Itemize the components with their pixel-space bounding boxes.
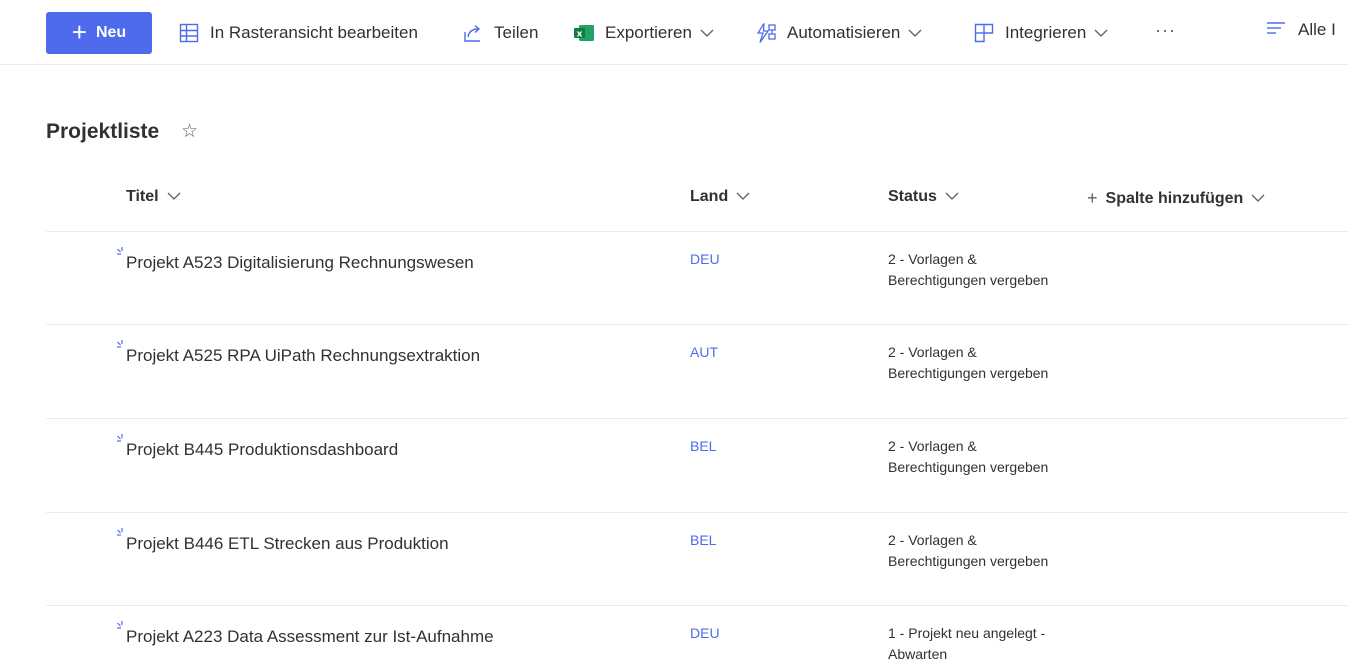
- column-header-title[interactable]: Titel: [126, 188, 181, 206]
- command-bar: + Neu In Rasteransicht bearbeiten Teilen…: [0, 0, 1349, 65]
- row-title[interactable]: Projekt A223 Data Assessment zur Ist-Auf…: [126, 627, 494, 647]
- row-title[interactable]: Projekt B446 ETL Strecken aus Produktion: [126, 534, 449, 554]
- plus-icon: +: [1087, 188, 1098, 208]
- chevron-down-icon: [945, 188, 959, 206]
- table-row[interactable]: Projekt A525 RPA UiPath Rechnungsextrakt…: [46, 324, 1349, 419]
- add-column-label: Spalte hinzufügen: [1105, 189, 1244, 207]
- automate-icon: [755, 22, 777, 44]
- table-row[interactable]: Projekt A223 Data Assessment zur Ist-Auf…: [46, 605, 1349, 671]
- new-button[interactable]: + Neu: [46, 12, 152, 54]
- chevron-down-icon: [736, 188, 750, 206]
- chevron-down-icon: [1251, 190, 1265, 208]
- row-status: 2 - Vorlagen & Berechtigungen vergeben: [888, 344, 1049, 381]
- add-column-button[interactable]: + Spalte hinzufügen: [1087, 188, 1265, 209]
- row-land[interactable]: DEU: [690, 251, 720, 267]
- share-label: Teilen: [494, 23, 539, 42]
- chevron-down-icon: [908, 28, 922, 38]
- row-status: 1 - Projekt neu angelegt - Abwarten: [888, 625, 1046, 662]
- row-title[interactable]: Projekt B445 Produktionsdashboard: [126, 440, 398, 460]
- svg-text:x: x: [577, 29, 583, 39]
- edit-grid-view-button[interactable]: In Rasteransicht bearbeiten: [178, 20, 418, 46]
- page-title: Projektliste: [46, 120, 160, 143]
- row-land[interactable]: AUT: [690, 344, 718, 360]
- chevron-down-icon: [167, 188, 181, 206]
- column-header-label: Titel: [126, 188, 159, 205]
- new-button-label: Neu: [95, 24, 127, 41]
- share-icon: [462, 22, 484, 44]
- view-selector-label: Alle I: [1298, 20, 1336, 39]
- automate-button[interactable]: Automatisieren: [755, 20, 922, 46]
- integrate-label: Integrieren: [1005, 23, 1087, 42]
- view-icon: [1266, 20, 1286, 40]
- row-land[interactable]: BEL: [690, 438, 716, 454]
- more-icon[interactable]: ···: [1155, 20, 1176, 41]
- column-header-label: Land: [690, 188, 729, 205]
- share-button[interactable]: Teilen: [462, 20, 538, 46]
- automate-label: Automatisieren: [787, 23, 901, 42]
- excel-icon: x: [573, 22, 595, 44]
- row-title[interactable]: Projekt A523 Digitalisierung Rechnungswe…: [126, 253, 474, 273]
- star-icon[interactable]: ☆: [181, 120, 198, 143]
- row-land[interactable]: DEU: [690, 625, 720, 641]
- row-status: 2 - Vorlagen & Berechtigungen vergeben: [888, 251, 1049, 288]
- column-header-status[interactable]: Status: [888, 188, 959, 206]
- view-selector[interactable]: Alle I: [1266, 20, 1336, 40]
- row-title[interactable]: Projekt A525 RPA UiPath Rechnungsextrakt…: [126, 346, 480, 366]
- plus-icon: +: [71, 16, 87, 47]
- row-status: 2 - Vorlagen & Berechtigungen vergeben: [888, 438, 1049, 475]
- edit-grid-view-label: In Rasteransicht bearbeiten: [210, 23, 418, 42]
- chevron-down-icon: [1094, 28, 1108, 38]
- column-header-label: Status: [888, 188, 937, 205]
- chevron-down-icon: [700, 28, 714, 38]
- row-land[interactable]: BEL: [690, 532, 716, 548]
- grid-icon: [178, 22, 200, 44]
- row-status: 2 - Vorlagen & Berechtigungen vergeben: [888, 532, 1049, 569]
- export-button[interactable]: x Exportieren: [573, 20, 714, 46]
- table-row[interactable]: Projekt B445 Produktionsdashboard BEL 2 …: [46, 418, 1349, 513]
- column-header-land[interactable]: Land: [690, 188, 750, 206]
- table-row[interactable]: Projekt B446 ETL Strecken aus Produktion…: [46, 512, 1349, 606]
- integrate-icon: [973, 22, 995, 44]
- export-label: Exportieren: [605, 23, 692, 42]
- integrate-button[interactable]: Integrieren: [973, 20, 1108, 46]
- table-row[interactable]: Projekt A523 Digitalisierung Rechnungswe…: [46, 231, 1349, 325]
